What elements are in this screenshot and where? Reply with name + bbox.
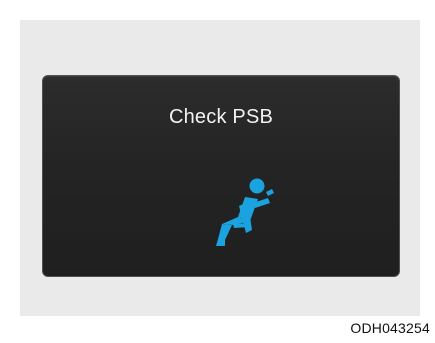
figure-code: ODH043254 — [350, 320, 430, 336]
warning-message: Check PSB — [168, 106, 274, 128]
cluster-display: Check PSB — [42, 75, 400, 277]
seatbelt-warning-icon — [216, 178, 274, 246]
